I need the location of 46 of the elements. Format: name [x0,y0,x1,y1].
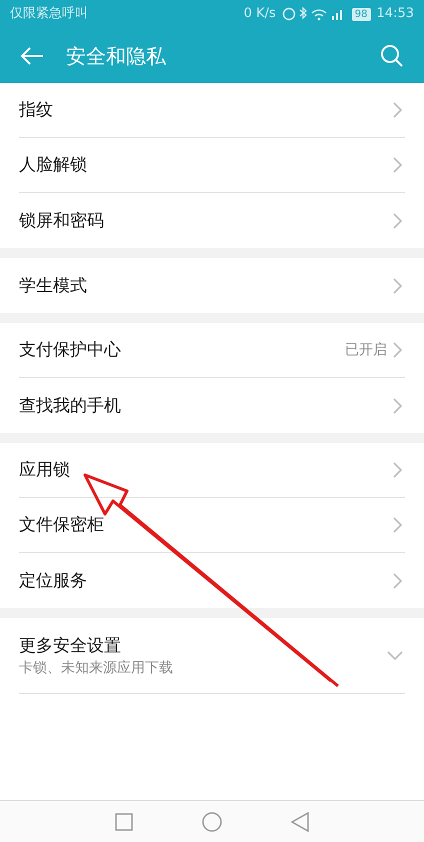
chevron-right-icon [393,517,403,533]
network-speed: 0 K/s [244,5,276,24]
settings-row[interactable]: 支付保护中心 已开启 [19,323,405,378]
row-label: 支付保护中心 [19,339,122,362]
alarm-icon [282,8,295,20]
settings-row[interactable]: 文件保密柜 [19,498,405,553]
row-label: 应用锁 [19,459,71,482]
chevron-right-icon [393,462,403,478]
recent-apps-icon[interactable] [114,812,133,830]
chevron-right-icon [393,278,403,294]
wifi-icon [311,9,326,20]
row-label: 查找我的手机 [19,394,122,418]
chevron-right-icon [393,212,403,228]
search-icon[interactable] [380,44,404,68]
home-icon[interactable] [202,812,222,832]
screen-title: 安全和隐私 [66,42,166,70]
chevron-right-icon [393,572,403,588]
row-label: 定位服务 [19,570,88,592]
settings-row[interactable]: 定位服务 [19,553,405,608]
row-label: 锁屏和密码 [19,210,105,232]
chevron-down-icon [387,650,403,660]
settings-row[interactable]: 锁屏和密码 [19,193,405,248]
settings-row[interactable]: 学生模式 [19,258,405,313]
signal-icon [332,10,342,20]
row-label: 指纹 [19,99,54,122]
row-value: 已开启 [345,340,387,360]
back-triangle-icon[interactable] [291,812,310,832]
row-subtitle: 卡锁、未知来源应用下载 [19,658,174,678]
settings-row[interactable]: 更多安全设置 卡锁、未知来源应用下载 [19,618,405,694]
row-label: 更多安全设置 [19,634,122,658]
settings-row[interactable]: 指纹 [19,83,405,138]
settings-row[interactable]: 人脸解锁 [19,138,405,193]
carrier-text: 仅限紧急呼叫 [10,5,88,24]
chevron-right-icon [393,102,403,118]
chevron-right-icon [393,157,403,173]
clock: 14:53 [376,5,414,24]
bluetooth-icon [299,7,307,20]
battery-indicator: 98 [352,8,371,20]
chevron-right-icon [393,342,403,358]
chevron-right-icon [393,398,403,414]
row-label: 文件保密柜 [19,514,105,537]
settings-row[interactable]: 应用锁 [19,443,405,498]
back-icon[interactable] [20,46,44,66]
settings-row[interactable]: 查找我的手机 [19,378,405,433]
row-label: 学生模式 [19,274,88,298]
row-label: 人脸解锁 [19,154,88,177]
